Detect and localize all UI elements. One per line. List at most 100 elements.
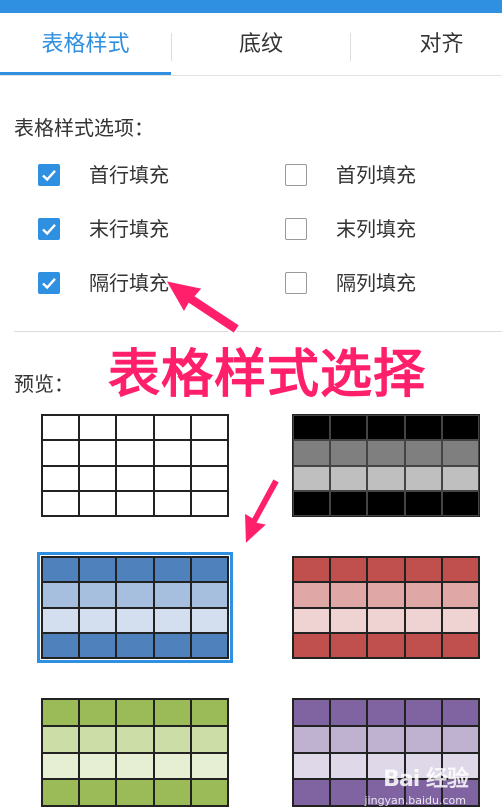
preview-cell — [190, 607, 228, 633]
preview-cell — [42, 607, 80, 633]
preview-cell — [367, 607, 405, 633]
preview-cell — [330, 752, 368, 780]
preview-cell — [404, 632, 442, 658]
preview-cell — [293, 557, 331, 583]
preview-cell — [190, 415, 228, 441]
preview-cell — [42, 582, 80, 608]
preview-cell — [441, 582, 479, 608]
preview-cell — [190, 752, 228, 780]
table-style-green[interactable] — [41, 698, 229, 807]
table-style-red[interactable] — [292, 556, 480, 659]
preview-cell — [153, 699, 191, 726]
preview-cell — [116, 415, 154, 441]
preview-cell — [330, 440, 368, 466]
preview-cell — [190, 725, 228, 753]
preview-cell — [190, 779, 228, 806]
tab-bar: 表格样式 底纹 对齐 — [0, 13, 502, 77]
preview-cell — [404, 607, 442, 633]
preview-cell — [293, 490, 331, 516]
preview-cell — [293, 725, 331, 753]
preview-cell — [441, 632, 479, 658]
preview-cell — [153, 557, 191, 583]
preview-cell — [116, 557, 154, 583]
preview-cell — [153, 752, 191, 780]
preview-cell — [367, 557, 405, 583]
table-style-blue[interactable] — [37, 552, 233, 663]
preview-title: 预览： — [14, 372, 74, 396]
preview-cell — [79, 490, 117, 516]
preview-cell — [116, 440, 154, 466]
preview-cell — [404, 490, 442, 516]
preview-cell — [116, 779, 154, 806]
preview-cell — [79, 725, 117, 753]
preview-cell — [293, 415, 331, 441]
preview-cell — [190, 440, 228, 466]
preview-cell — [116, 465, 154, 491]
preview-cell — [116, 699, 154, 726]
preview-cell — [404, 582, 442, 608]
preview-cell — [42, 490, 80, 516]
preview-cell — [293, 779, 331, 806]
preview-cell — [153, 415, 191, 441]
preview-cell — [293, 632, 331, 658]
preview-cell — [153, 490, 191, 516]
checkbox-icon[interactable] — [38, 272, 60, 294]
preview-cell — [190, 632, 228, 658]
preview-cell — [153, 607, 191, 633]
tab-bar-divider — [0, 75, 502, 76]
preview-cell — [116, 490, 154, 516]
preview-cell — [42, 465, 80, 491]
preview-cell — [330, 632, 368, 658]
preview-cell — [441, 699, 479, 726]
table-style-gray[interactable] — [292, 414, 480, 517]
preview-cell — [404, 465, 442, 491]
preview-cell — [367, 415, 405, 441]
preview-cell — [116, 632, 154, 658]
tab-table-style[interactable]: 表格样式 — [0, 13, 171, 77]
preview-cell — [330, 465, 368, 491]
preview-cell — [441, 415, 479, 441]
preview-cell — [116, 582, 154, 608]
preview-cell — [404, 557, 442, 583]
preview-cell — [404, 725, 442, 753]
preview-cell — [79, 632, 117, 658]
preview-cell — [330, 557, 368, 583]
table-style-plain[interactable] — [41, 414, 229, 517]
preview-cell — [367, 440, 405, 466]
preview-cell — [330, 607, 368, 633]
preview-cell — [367, 632, 405, 658]
preview-cell — [79, 557, 117, 583]
option-label: 末行填充 — [89, 217, 169, 241]
checkbox-icon[interactable] — [285, 272, 307, 294]
preview-cell — [367, 582, 405, 608]
preview-cell — [293, 440, 331, 466]
preview-cell — [153, 632, 191, 658]
preview-cell — [367, 465, 405, 491]
preview-cell — [441, 440, 479, 466]
option-label: 末列填充 — [336, 217, 416, 241]
tab-alignment[interactable]: 对齐 — [351, 13, 502, 77]
preview-cell — [79, 779, 117, 806]
checkbox-icon[interactable] — [38, 218, 60, 240]
preview-cell — [330, 415, 368, 441]
preview-cell — [293, 465, 331, 491]
options-title: 表格样式选项： — [14, 116, 154, 140]
preview-cell — [293, 699, 331, 726]
preview-cell — [367, 490, 405, 516]
preview-cell — [153, 582, 191, 608]
checkbox-icon[interactable] — [38, 164, 60, 186]
option-label: 隔列填充 — [336, 271, 416, 295]
preview-cell — [293, 607, 331, 633]
preview-cell — [79, 582, 117, 608]
checkbox-icon[interactable] — [285, 218, 307, 240]
preview-cell — [116, 752, 154, 780]
preview-cell — [330, 779, 368, 806]
preview-cell — [190, 582, 228, 608]
preview-cell — [330, 699, 368, 726]
preview-cell — [441, 607, 479, 633]
tab-shading[interactable]: 底纹 — [172, 13, 350, 77]
checkbox-icon[interactable] — [285, 164, 307, 186]
watermark-url: jingyan.baidu.com — [364, 794, 466, 807]
preview-cell — [190, 557, 228, 583]
preview-cell — [42, 752, 80, 780]
